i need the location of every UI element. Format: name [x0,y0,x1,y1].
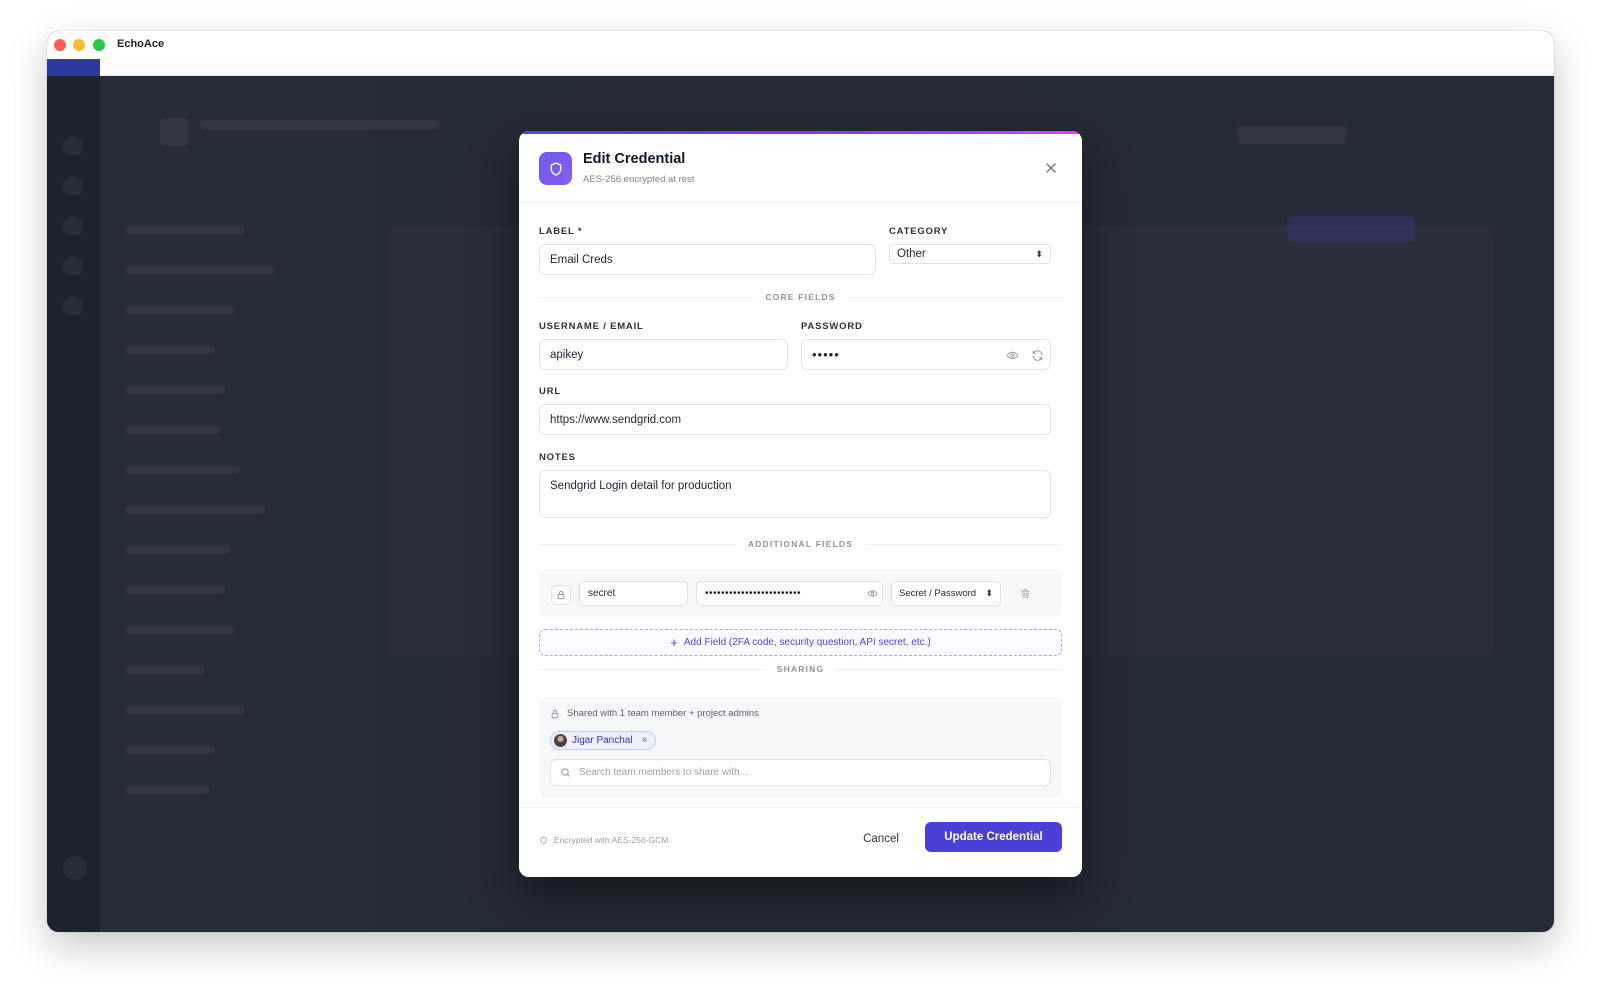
notes-field-label: NOTES [539,452,576,463]
title-bar: EchoAce [47,31,1554,76]
cancel-button[interactable]: Cancel [859,825,903,853]
refresh-icon [1032,349,1042,361]
close-window-button[interactable] [54,39,66,51]
remove-member-button[interactable]: × [642,735,648,746]
eye-icon [1005,351,1019,359]
edit-credential-modal: Edit Credential AES-256 encrypted at res… [519,131,1082,877]
category-value: Other [897,248,926,260]
core-fields-heading: CORE FIELDS [765,292,836,302]
sharing-panel: Shared with 1 team member + project admi… [539,697,1062,798]
username-input[interactable]: apikey [539,339,788,370]
modal-header: Edit Credential AES-256 encrypted at res… [519,134,1082,203]
sidebar-top-accent [47,59,100,76]
share-search-input[interactable]: Search team members to share with... [550,759,1051,786]
shield-icon [539,152,572,185]
category-select[interactable]: Other ⬍ [889,244,1051,264]
additional-field-row: secret •••••••••••••••••••••••• Secret /… [539,569,1062,617]
additional-field-name-input[interactable]: secret [579,581,688,606]
avatar [554,734,567,747]
label-input[interactable]: Email Creds [539,244,876,275]
url-field-label: URL [539,386,561,397]
close-icon [1046,163,1056,173]
lock-icon [551,709,559,718]
core-fields-divider: CORE FIELDS [539,291,1062,303]
additional-field-type-select[interactable]: Secret / Password ⬍ [891,581,1001,606]
password-field-label: PASSWORD [801,321,863,332]
eye-icon [866,589,878,597]
sharing-heading: SHARING [776,664,825,674]
shield-icon [540,836,547,844]
encryption-note: Encrypted with AES-256-GCM [539,835,668,845]
additional-fields-divider: ADDITIONAL FIELDS [539,538,1062,550]
username-field-label: USERNAME / EMAIL [539,321,644,332]
field-type-value: Secret / Password [899,588,977,599]
trash-icon [1020,588,1030,598]
show-secret-button[interactable] [864,585,880,601]
category-field-label: CATEGORY [889,226,949,237]
background-nav [100,76,440,932]
app-title: EchoAce [117,38,165,50]
maximize-window-button[interactable] [93,39,105,51]
shared-member-chip: Jigar Panchal × [550,731,657,750]
notes-textarea[interactable]: Sendgrid Login detail for production [539,470,1051,518]
select-arrows-icon: ⬍ [985,588,993,598]
sharing-divider: SHARING [539,663,1063,675]
label-field-label: LABEL * [539,226,583,237]
minimize-window-button[interactable] [73,39,85,51]
app-window: EchoAce Edit Credential AES-256 encrypte… [47,31,1554,932]
shared-member-name: Jigar Panchal [572,735,633,746]
modal-footer: Encrypted with AES-256-GCM Cancel Update… [519,807,1082,877]
lock-icon [551,585,571,605]
url-input[interactable]: https://www.sendgrid.com [539,404,1051,435]
sharing-note-text: Shared with 1 team member + project admi… [567,708,759,719]
generate-password-button[interactable] [1029,347,1045,363]
search-icon [561,768,570,777]
modal-subtitle: AES-256 encrypted at rest [583,174,695,185]
select-arrows-icon: ⬍ [1035,248,1043,259]
update-credential-button[interactable]: Update Credential [925,822,1062,852]
additional-fields-heading: ADDITIONAL FIELDS [747,539,854,549]
sharing-note: Shared with 1 team member + project admi… [550,708,759,719]
delete-field-button[interactable] [1017,585,1033,601]
background-sidebar [47,76,100,932]
modal-title: Edit Credential [583,151,686,167]
add-field-button[interactable]: + Add Field (2FA code, security question… [539,629,1062,656]
plus-icon: + [670,635,678,650]
share-search-placeholder: Search team members to share with... [579,767,748,778]
add-field-label: Add Field (2FA code, security question, … [683,637,931,648]
encryption-note-text: Encrypted with AES-256-GCM [554,835,669,845]
additional-field-value-input[interactable]: •••••••••••••••••••••••• [696,581,883,606]
close-modal-button[interactable] [1042,159,1060,177]
show-password-button[interactable] [1004,347,1020,363]
